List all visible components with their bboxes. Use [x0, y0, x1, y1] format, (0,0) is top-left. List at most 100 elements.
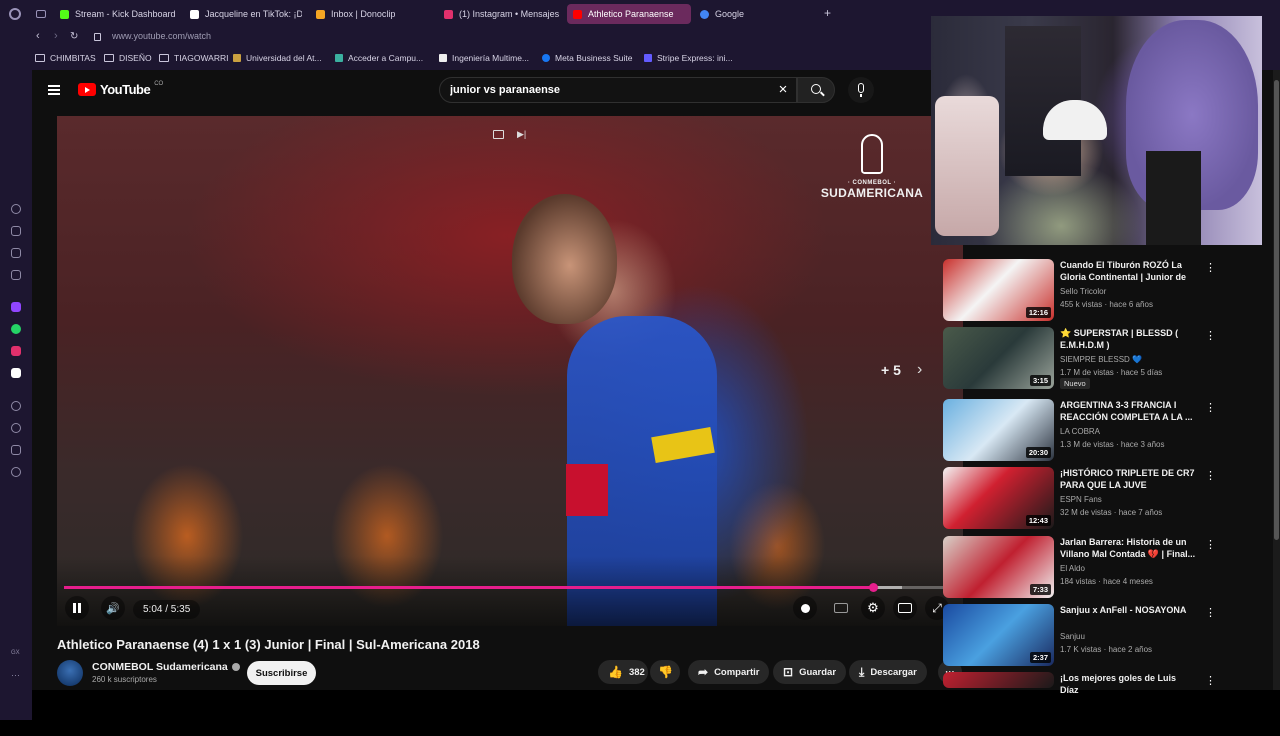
new-tab-button[interactable]: +	[824, 6, 831, 20]
video-thumbnail[interactable]: 3:15	[943, 327, 1054, 389]
video-thumbnail[interactable]: 20:30	[943, 399, 1054, 461]
forward-icon[interactable]: ›	[54, 30, 58, 42]
clear-search-icon[interactable]: ×	[774, 81, 792, 99]
sidebar-bag-icon[interactable]	[11, 226, 21, 236]
video-player[interactable]: ▶| · CONMEBOL · SUDAMERICANA + 5 › 🔊 5:0…	[57, 116, 963, 626]
pause-button[interactable]	[65, 596, 89, 620]
sidebar-history-icon[interactable]	[11, 423, 21, 433]
more-videos-count[interactable]: + 5	[881, 362, 901, 378]
search-button[interactable]	[797, 77, 835, 103]
video-channel[interactable]: Sanjuu	[1060, 632, 1085, 641]
recommendation-item[interactable]: 7:33 Jarlan Barrera: Historia de un Villa…	[943, 536, 1216, 600]
tab-google[interactable]: Google	[694, 4, 794, 24]
skip-next-icon[interactable]: ▶|	[517, 129, 526, 140]
recommendation-item[interactable]: 20:30 ARGENTINA 3-3 FRANCIA I REACCIÓN CO…	[943, 399, 1216, 463]
sidebar-instagram-icon[interactable]	[11, 346, 21, 356]
sidebar-gx-icon[interactable]: GX	[11, 650, 21, 660]
more-vertical-icon[interactable]: ⋮	[1205, 538, 1216, 552]
volume-button[interactable]: 🔊	[101, 596, 125, 620]
dislike-button[interactable]: 👎	[650, 660, 680, 684]
tab-donoclip[interactable]: Inbox | Donoclip	[310, 4, 430, 24]
bookmark-campus[interactable]: Acceder a Campu...	[335, 53, 423, 63]
like-button[interactable]: 👍 382	[598, 660, 648, 684]
video-title[interactable]: ¡Los mejores goles de Luis Díaz	[1060, 672, 1196, 696]
recommendation-item[interactable]: 2:37 Sanjuu x AnFell - NOSAYONA Sanjuu 1.7 …	[943, 604, 1216, 668]
share-button[interactable]: ➦ Compartir	[688, 660, 770, 684]
bookmark-chimbitas[interactable]: CHIMBITAS	[35, 53, 96, 63]
browser-logo-icon[interactable]	[9, 8, 21, 20]
more-vertical-icon[interactable]: ⋮	[1205, 329, 1216, 343]
video-title[interactable]: ¡HISTÓRICO TRIPLETE DE CR7 PARA QUE LA J…	[1060, 467, 1196, 492]
settings-button[interactable]: ⚙	[861, 596, 885, 620]
bookmark-meta[interactable]: Meta Business Suite	[542, 53, 632, 63]
recommendation-item[interactable]: 12:16 Cuando El Tiburón ROZÓ La Gloria Co…	[943, 259, 1216, 323]
voice-search-button[interactable]	[848, 77, 874, 103]
sidebar-whatsapp-icon[interactable]	[11, 324, 21, 334]
autoplay-toggle[interactable]	[793, 596, 817, 620]
search-input[interactable]	[450, 84, 750, 96]
video-title[interactable]: Sanjuu x AnFell - NOSAYONA	[1060, 604, 1196, 616]
bookmark-universidad[interactable]: Universidad del At...	[233, 53, 322, 63]
bookmark-ingenieria[interactable]: Ingeniería Multime...	[439, 53, 529, 63]
sidebar-twitch-icon[interactable]	[11, 302, 21, 312]
progress-bar[interactable]	[64, 583, 956, 592]
gear-icon: ⚙	[867, 600, 879, 615]
theater-mode-button[interactable]	[893, 596, 917, 620]
page-scrollbar[interactable]	[1273, 70, 1280, 690]
bookmark-tiagowarri[interactable]: TIAGOWARRI	[159, 53, 228, 63]
sidebar-messenger-icon[interactable]	[11, 270, 21, 280]
recommendation-item[interactable]: 12:43 ¡HISTÓRICO TRIPLETE DE CR7 PARA QUE…	[943, 467, 1216, 531]
download-button[interactable]: ⤓ Descargar	[849, 660, 927, 684]
back-icon[interactable]: ‹	[36, 30, 40, 42]
chevron-right-icon[interactable]: ›	[917, 361, 922, 379]
bookmark-diseno[interactable]: DISEÑO	[104, 53, 152, 63]
video-thumbnail[interactable]: 12:16	[943, 259, 1054, 321]
recommendation-item[interactable]: 3:15 ⭐ SUPERSTAR | BLESSD ( E.M.H.D.M ) SI…	[943, 327, 1216, 391]
bookmark-stripe[interactable]: Stripe Express: ini...	[644, 53, 733, 63]
subtitles-button[interactable]	[829, 596, 853, 620]
sidebar-more-icon[interactable]: ···	[11, 671, 21, 682]
tab-instagram[interactable]: (1) Instagram • Mensajes	[438, 4, 560, 24]
tab-youtube-active[interactable]: Athletico Paranaense	[567, 4, 691, 24]
reload-icon[interactable]: ↻	[70, 31, 78, 42]
more-vertical-icon[interactable]: ⋮	[1205, 469, 1216, 483]
video-channel[interactable]: ESPN Fans	[1060, 495, 1102, 504]
tab-kick-dashboard[interactable]: Stream - Kick Dashboard	[54, 4, 182, 24]
video-thumbnail[interactable]: 12:43	[943, 467, 1054, 529]
sidebar-refresh-icon[interactable]	[11, 204, 21, 214]
more-vertical-icon[interactable]: ⋮	[1205, 606, 1216, 620]
video-thumbnail[interactable]	[943, 672, 1054, 688]
tab-overview-icon[interactable]	[36, 10, 46, 18]
scrollbar-thumb[interactable]	[1274, 80, 1279, 540]
video-channel[interactable]: El Aldo	[1060, 564, 1085, 573]
progress-scrubber[interactable]	[869, 583, 879, 592]
url-field[interactable]: www.youtube.com/watch	[112, 31, 211, 41]
video-thumbnail[interactable]: 7:33	[943, 536, 1054, 598]
tab-tiktok[interactable]: Jacqueline en TikTok: ¡De	[184, 4, 302, 24]
sidebar-layers-icon[interactable]	[11, 248, 21, 258]
video-title[interactable]: Cuando El Tiburón ROZÓ La Gloria Contine…	[1060, 259, 1196, 284]
video-channel[interactable]: SIEMPRE BLESSD 💙	[1060, 355, 1142, 364]
sidebar-tiktok-icon[interactable]	[11, 368, 21, 378]
video-title[interactable]: ARGENTINA 3-3 FRANCIA I REACCIÓN COMPLET…	[1060, 399, 1196, 423]
save-button[interactable]: ⊡ Guardar	[773, 660, 847, 684]
more-vertical-icon[interactable]: ⋮	[1205, 401, 1216, 415]
miniplayer-icon[interactable]	[493, 130, 504, 139]
recommendation-item[interactable]: ¡Los mejores goles de Luis Díaz ⋮	[943, 672, 1216, 736]
video-title[interactable]: ⭐ SUPERSTAR | BLESSD ( E.M.H.D.M )	[1060, 327, 1196, 351]
sidebar-play-icon[interactable]	[11, 401, 21, 411]
more-vertical-icon[interactable]: ⋮	[1205, 261, 1216, 275]
channel-name-row[interactable]: CONMEBOL Sudamericana	[92, 661, 240, 673]
video-title[interactable]: Jarlan Barrera: Historia de un Villano M…	[1060, 536, 1196, 560]
youtube-logo[interactable]: YouTube CO	[78, 81, 163, 97]
channel-avatar[interactable]	[57, 660, 83, 686]
more-vertical-icon[interactable]: ⋮	[1205, 674, 1216, 688]
video-thumbnail[interactable]: 2:37	[943, 604, 1054, 666]
menu-icon[interactable]	[48, 83, 60, 97]
sidebar-cube-icon[interactable]	[11, 445, 21, 455]
video-channel[interactable]: LA COBRA	[1060, 427, 1100, 436]
subscribe-button[interactable]: Suscribirse	[247, 661, 316, 685]
sidebar-settings-icon[interactable]	[11, 467, 21, 477]
channel-name[interactable]: CONMEBOL Sudamericana	[92, 661, 228, 673]
video-channel[interactable]: Sello Tricolor	[1060, 287, 1106, 296]
